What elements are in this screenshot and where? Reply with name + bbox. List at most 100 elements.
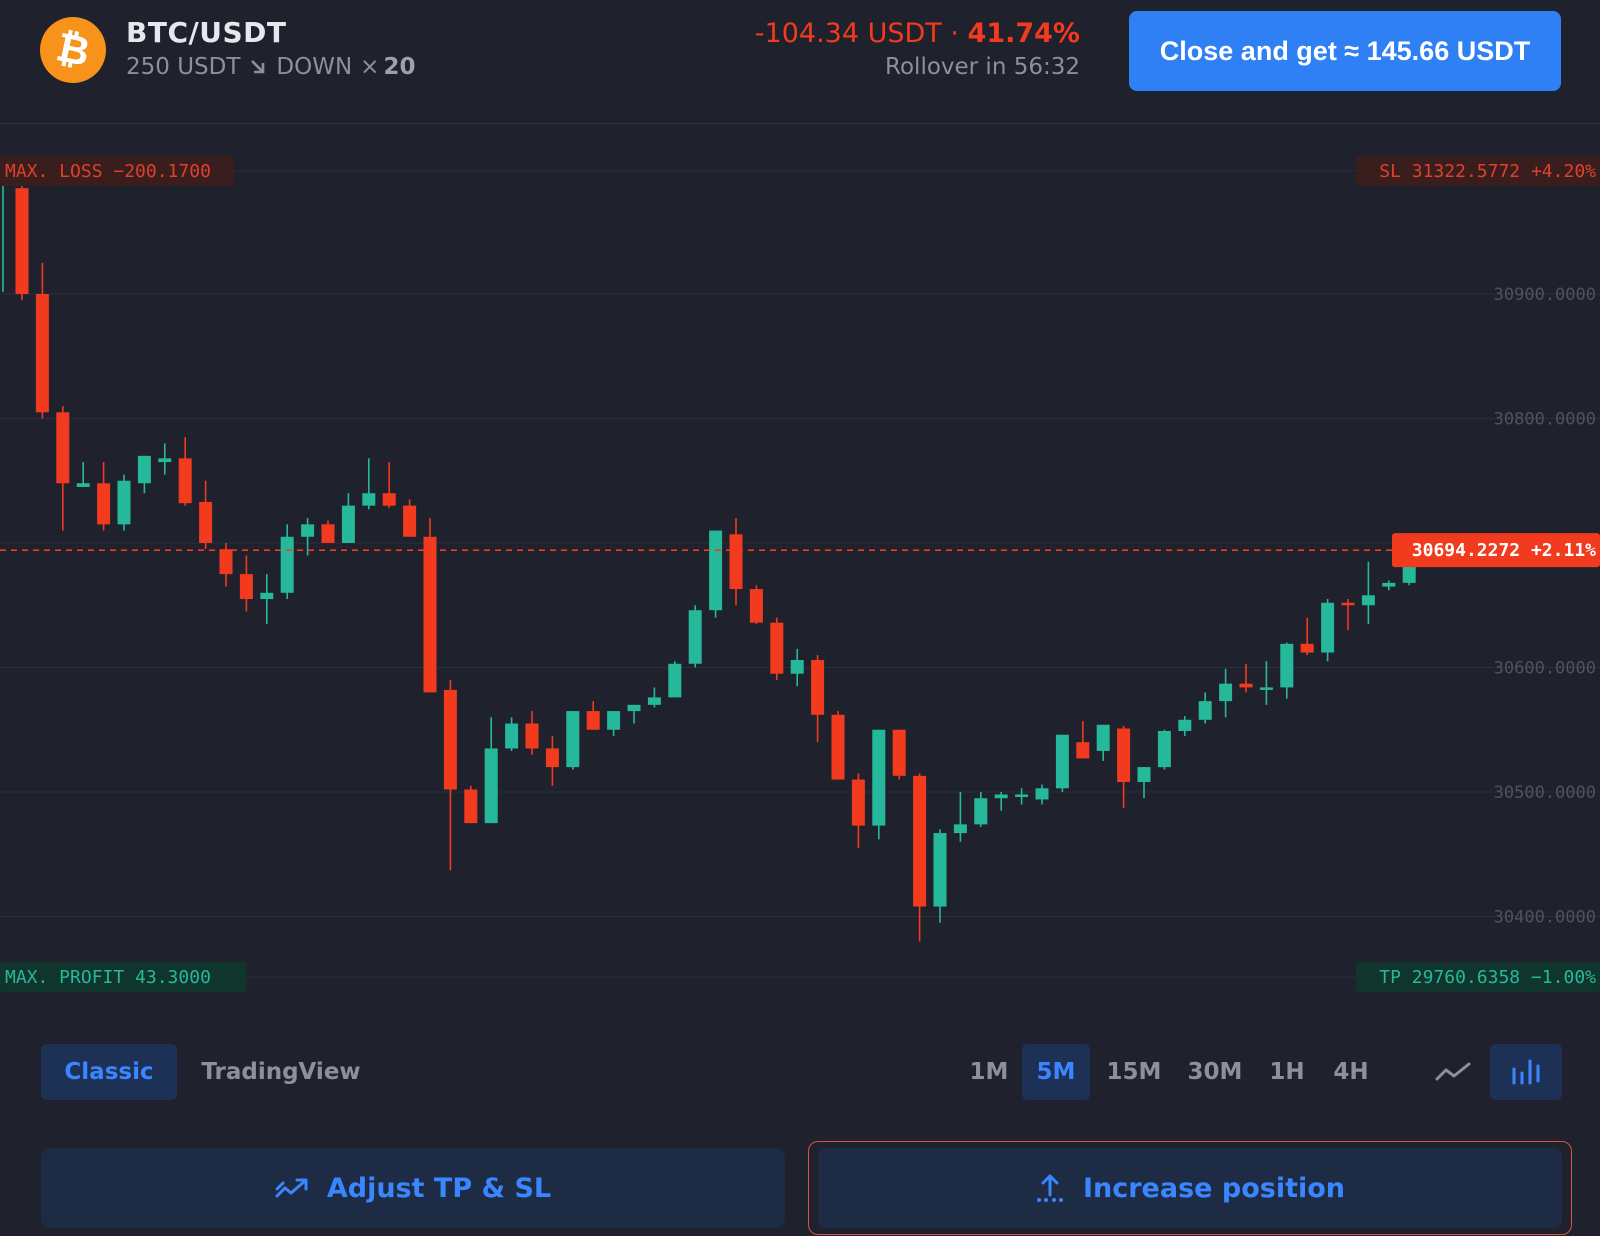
max-profit-label: MAX. PROFIT 43.3000 [5, 967, 211, 988]
y-tick-label: 30500.0000 [1494, 783, 1596, 803]
take-profit-label: TP 29760.6358 −1.00% [1379, 967, 1596, 988]
line-chart-button[interactable] [1418, 1044, 1488, 1100]
price-chart[interactable]: 30900.0000 30800.0000 30600.0000 30500.0000… [0, 124, 1600, 1020]
candle-body [647, 697, 661, 705]
candle-body [545, 748, 559, 768]
timeframe-1h[interactable]: 1H [1258, 1044, 1316, 1100]
candle-body [525, 723, 539, 749]
multiplier-symbol: × [360, 54, 380, 80]
candle-body [1341, 602, 1355, 606]
candle-body [137, 455, 151, 484]
candle-body [688, 610, 702, 664]
candle-body [1382, 582, 1396, 587]
candle-chart-icon [1512, 1059, 1540, 1085]
candle-body [1239, 683, 1253, 688]
candle-body [219, 549, 233, 575]
chart-toolbar: Classic TradingView 1M 5M 15M 30M 1H 4H [0, 1044, 1600, 1100]
candle-body [831, 714, 845, 780]
candle-body [1015, 794, 1029, 797]
increase-position-button[interactable]: Increase position [818, 1148, 1562, 1228]
candle-body [1117, 728, 1131, 783]
candle-body [994, 794, 1008, 799]
candle-body [586, 711, 600, 730]
candle-body [362, 493, 376, 506]
candle-body [811, 660, 825, 715]
candle-body [321, 524, 335, 543]
multiplier: × 20 [360, 54, 415, 80]
rollover-timer: Rollover in 56:32 [885, 54, 1080, 80]
candle-body [607, 711, 621, 730]
candle-body [382, 493, 396, 506]
candle-body [1198, 701, 1212, 720]
adjust-tp-sl-button[interactable]: Adjust TP & SL [41, 1148, 785, 1228]
candle-body [464, 789, 478, 824]
position-amount: 250 USDT [126, 54, 241, 80]
candle-body [627, 704, 641, 712]
y-tick-label: 30900.0000 [1494, 285, 1596, 305]
candle-body [566, 711, 580, 768]
position-details: 250 USDT DOWN × 20 [126, 54, 415, 80]
pnl-separator: · [941, 18, 968, 49]
timeframe-4h[interactable]: 4H [1320, 1044, 1382, 1100]
candle-body [709, 530, 723, 611]
candle-body [1300, 643, 1314, 653]
candle-body [872, 729, 886, 826]
timeframe-30m[interactable]: 30M [1176, 1044, 1254, 1100]
candle-body [158, 458, 172, 463]
candle-body [35, 294, 49, 413]
candle-body [1076, 742, 1090, 759]
timeframe-5m[interactable]: 5M [1022, 1044, 1090, 1100]
candle-body [199, 501, 213, 543]
candle-body [117, 480, 131, 525]
candle-body [76, 483, 90, 487]
pnl-percent: 41.74% [967, 18, 1080, 49]
candle-body [790, 660, 804, 674]
candle-body [178, 458, 192, 504]
candle-body [913, 775, 927, 907]
candle-body [1321, 602, 1335, 653]
arrow-down-right-icon [251, 60, 265, 74]
candle-body [443, 689, 457, 790]
current-price-label: 30694.2272 +2.11% [1412, 540, 1596, 561]
candle-body [423, 536, 437, 693]
candle-body [933, 833, 947, 907]
candle-body [1157, 730, 1171, 768]
candle-body [770, 622, 784, 674]
candle-body [1219, 683, 1233, 702]
increase-arrow-icon [1036, 1174, 1063, 1202]
candle-body [729, 534, 743, 590]
candle-body [1096, 724, 1110, 751]
candle-body [1035, 788, 1049, 800]
position-header: ₿ BTC/USDT 250 USDT DOWN × 20 -104.34 USD… [0, 0, 1600, 124]
candle-body [15, 188, 29, 294]
pnl-value: -104.34 USDT [754, 18, 942, 49]
candle-body [851, 779, 865, 826]
candle-chart-button[interactable] [1490, 1044, 1562, 1100]
candle-body [892, 729, 906, 776]
tab-tradingview[interactable]: TradingView [196, 1044, 366, 1100]
multiplier-value: 20 [383, 54, 416, 80]
pair-title: BTC/USDT [126, 16, 287, 49]
y-tick-label: 30800.0000 [1494, 410, 1596, 430]
candle-body [505, 723, 519, 749]
candle-body [301, 524, 315, 537]
candle-body [56, 412, 70, 484]
candle-body [97, 483, 111, 525]
candle-body [1259, 687, 1273, 690]
trend-chart-icon [275, 1178, 308, 1198]
timeframe-15m[interactable]: 15M [1096, 1044, 1172, 1100]
candle-body [749, 589, 763, 623]
increase-position-label: Increase position [1082, 1172, 1346, 1204]
max-loss-label: MAX. LOSS −200.1700 [5, 161, 211, 182]
stop-loss-label: SL 31322.5772 +4.20% [1379, 161, 1596, 182]
candle-body [341, 505, 355, 543]
timeframe-1m[interactable]: 1M [956, 1044, 1022, 1100]
candle-body [668, 663, 682, 698]
tab-classic[interactable]: Classic [41, 1044, 177, 1100]
y-tick-label: 30600.0000 [1494, 659, 1596, 679]
candle-body [239, 574, 253, 600]
candle-body [1137, 767, 1151, 783]
close-position-button[interactable]: Close and get ≈ 145.66 USDT [1129, 11, 1561, 91]
candle-body [403, 505, 417, 537]
candle-body [280, 536, 294, 593]
